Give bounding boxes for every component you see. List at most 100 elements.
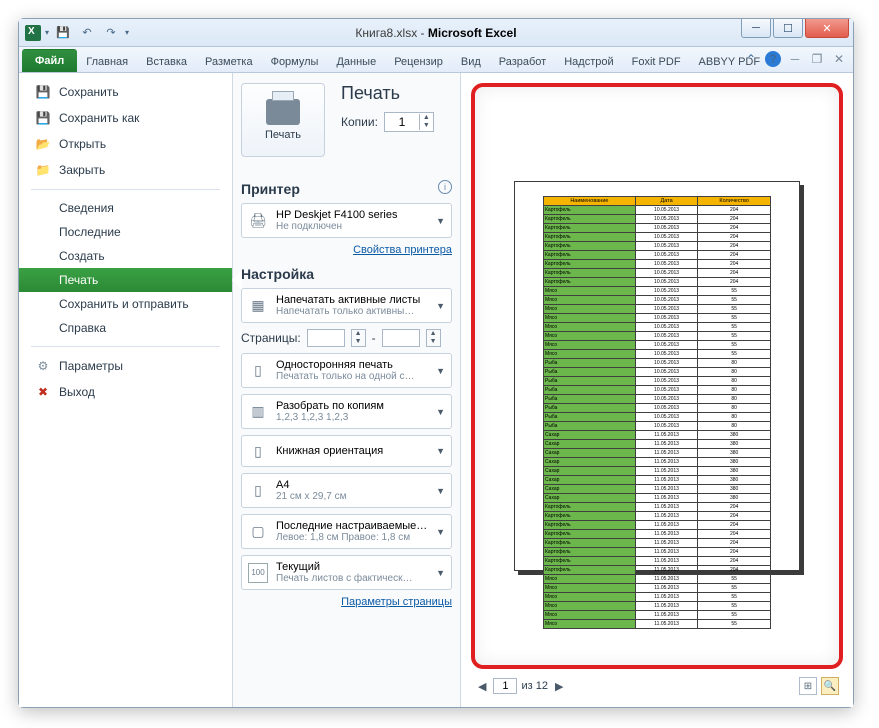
table-row: Рыба10.05.201380: [544, 422, 771, 431]
menu-new[interactable]: Создать: [19, 244, 232, 268]
preview-page: Наименование Дата Количество Картофель10…: [514, 181, 800, 571]
menu-options-label: Параметры: [59, 359, 123, 373]
print-preview-panel: Наименование Дата Количество Картофель10…: [461, 73, 853, 707]
menu-exit[interactable]: ✖Выход: [19, 379, 232, 405]
app-menu-dropdown[interactable]: ▾: [45, 28, 49, 37]
page-of-label: из 12: [521, 680, 547, 692]
margins-select[interactable]: ▢ Последние настраиваемые …Левое: 1,8 см…: [241, 514, 452, 549]
print-settings-panel: Печать Печать Копии: ▲▼ Принтер i: [233, 73, 461, 707]
chevron-down-icon: ▼: [436, 301, 445, 311]
qat-undo-icon[interactable]: ↶: [77, 23, 97, 43]
chevron-down-icon: ▼: [436, 486, 445, 496]
table-row: Картофель11.05.2013204: [544, 548, 771, 557]
paper-sub: 21 см x 29,7 см: [276, 491, 428, 502]
printer-info-icon[interactable]: i: [438, 180, 452, 194]
page-current-input[interactable]: [493, 678, 517, 694]
tab-developer[interactable]: Разработ: [490, 51, 555, 72]
menu-send[interactable]: Сохранить и отправить: [19, 292, 232, 316]
exit-icon: ✖: [35, 384, 51, 400]
paper-select[interactable]: ▯ A421 см x 29,7 см ▼: [241, 473, 452, 508]
scale-select[interactable]: 100 ТекущийПечать листов с фактическ… ▼: [241, 555, 452, 590]
table-row: Сахар11.05.2013380: [544, 485, 771, 494]
collate-sub: 1,2,3 1,2,3 1,2,3: [276, 412, 428, 423]
menu-close[interactable]: 📁Закрыть: [19, 157, 232, 183]
menu-recent[interactable]: Последние: [19, 220, 232, 244]
menu-open[interactable]: 📂Открыть: [19, 131, 232, 157]
ribbon-minimize-icon[interactable]: ⌃: [743, 51, 759, 67]
pages-to-spin[interactable]: ▲▼: [426, 329, 441, 347]
table-row: Рыба10.05.201380: [544, 386, 771, 395]
copies-spinner[interactable]: ▲▼: [384, 112, 434, 132]
maximize-button[interactable]: ☐: [773, 19, 803, 38]
options-icon: ⚙: [35, 358, 51, 374]
preview-footer: ◀ из 12 ▶ ⊞ 🔍: [471, 675, 843, 697]
menu-save[interactable]: 💾Сохранить: [19, 79, 232, 105]
window-root: ▾ 💾 ↶ ↷ ▾ Книга8.xlsx - Microsoft Excel …: [18, 18, 854, 708]
table-row: Картофель11.05.2013204: [544, 512, 771, 521]
doc-minimize-icon[interactable]: ─: [787, 51, 803, 67]
titlebar: ▾ 💾 ↶ ↷ ▾ Книга8.xlsx - Microsoft Excel …: [19, 19, 853, 47]
table-row: Сахар11.05.2013380: [544, 431, 771, 440]
copies-row: Копии: ▲▼: [341, 112, 434, 132]
pages-label: Страницы:: [241, 331, 301, 345]
qat-customize-dropdown[interactable]: ▾: [125, 28, 129, 37]
tab-file[interactable]: Файл: [22, 49, 77, 72]
pages-to-input[interactable]: [382, 329, 420, 347]
tab-layout[interactable]: Разметка: [196, 51, 262, 72]
menu-new-label: Создать: [59, 249, 105, 263]
save-icon: 💾: [35, 84, 51, 100]
table-row: Картофель10.05.2013204: [544, 242, 771, 251]
pages-from-input[interactable]: [307, 329, 345, 347]
scale-main: Текущий: [276, 561, 428, 573]
tab-formulas[interactable]: Формулы: [262, 51, 328, 72]
close-button[interactable]: ✕: [805, 19, 849, 38]
spin-up-icon[interactable]: ▲: [420, 114, 433, 122]
tab-foxit[interactable]: Foxit PDF: [623, 51, 690, 72]
menu-info[interactable]: Сведения: [19, 196, 232, 220]
sides-select[interactable]: ▯ Односторонняя печатьПечатать только на…: [241, 353, 452, 388]
menu-print[interactable]: Печать: [19, 268, 232, 292]
copies-input[interactable]: [385, 113, 419, 131]
print-what-select[interactable]: ▦ Напечатать активные листыНапечатать то…: [241, 288, 452, 323]
page-next-button[interactable]: ▶: [552, 680, 566, 693]
menu-help[interactable]: Справка: [19, 316, 232, 340]
collate-select[interactable]: ▥ Разобрать по копиям1,2,3 1,2,3 1,2,3 ▼: [241, 394, 452, 429]
page-prev-button[interactable]: ◀: [475, 680, 489, 693]
tab-view[interactable]: Вид: [452, 51, 490, 72]
menu-print-label: Печать: [59, 273, 98, 287]
help-icon[interactable]: ?: [765, 51, 781, 67]
zoom-to-page-icon[interactable]: 🔍: [821, 677, 839, 695]
table-row: Мясо11.05.201355: [544, 593, 771, 602]
tab-insert[interactable]: Вставка: [137, 51, 196, 72]
scale-sub: Печать листов с фактическ…: [276, 573, 428, 584]
printer-select[interactable]: 🖨 HP Deskjet F4100 series Не подключен ▼: [241, 203, 452, 238]
tab-addins[interactable]: Надстрой: [555, 51, 622, 72]
orientation-select[interactable]: ▯ Книжная ориентация ▼: [241, 435, 452, 467]
menu-save-as[interactable]: 💾Сохранить как: [19, 105, 232, 131]
pages-from-spin[interactable]: ▲▼: [351, 329, 366, 347]
printer-properties-link[interactable]: Свойства принтера: [241, 244, 452, 256]
table-row: Картофель11.05.2013204: [544, 521, 771, 530]
table-row: Мясо11.05.201355: [544, 620, 771, 629]
tab-data[interactable]: Данные: [327, 51, 385, 72]
minimize-button[interactable]: ─: [741, 19, 771, 38]
doc-restore-icon[interactable]: ❐: [809, 51, 825, 67]
copies-arrows[interactable]: ▲▼: [419, 114, 433, 130]
show-margins-icon[interactable]: ⊞: [799, 677, 817, 695]
qat-redo-icon[interactable]: ↷: [101, 23, 121, 43]
table-row: Мясо10.05.201355: [544, 305, 771, 314]
tab-home[interactable]: Главная: [77, 51, 137, 72]
menu-options[interactable]: ⚙ Параметры: [19, 353, 232, 379]
page-setup-link[interactable]: Параметры страницы: [241, 596, 452, 608]
print-button[interactable]: Печать: [241, 83, 325, 157]
margins-main: Последние настраиваемые …: [276, 520, 428, 532]
tab-review[interactable]: Рецензир: [385, 51, 452, 72]
printer-heading-row: Принтер i: [241, 171, 452, 203]
table-row: Мясо10.05.201355: [544, 332, 771, 341]
doc-close-icon[interactable]: ✕: [831, 51, 847, 67]
table-row: Мясо10.05.201355: [544, 296, 771, 305]
spin-down-icon[interactable]: ▼: [420, 122, 433, 130]
qat-save-icon[interactable]: 💾: [53, 23, 73, 43]
col-name: Наименование: [544, 197, 636, 206]
print-what-sub: Напечатать только активны…: [276, 306, 428, 317]
